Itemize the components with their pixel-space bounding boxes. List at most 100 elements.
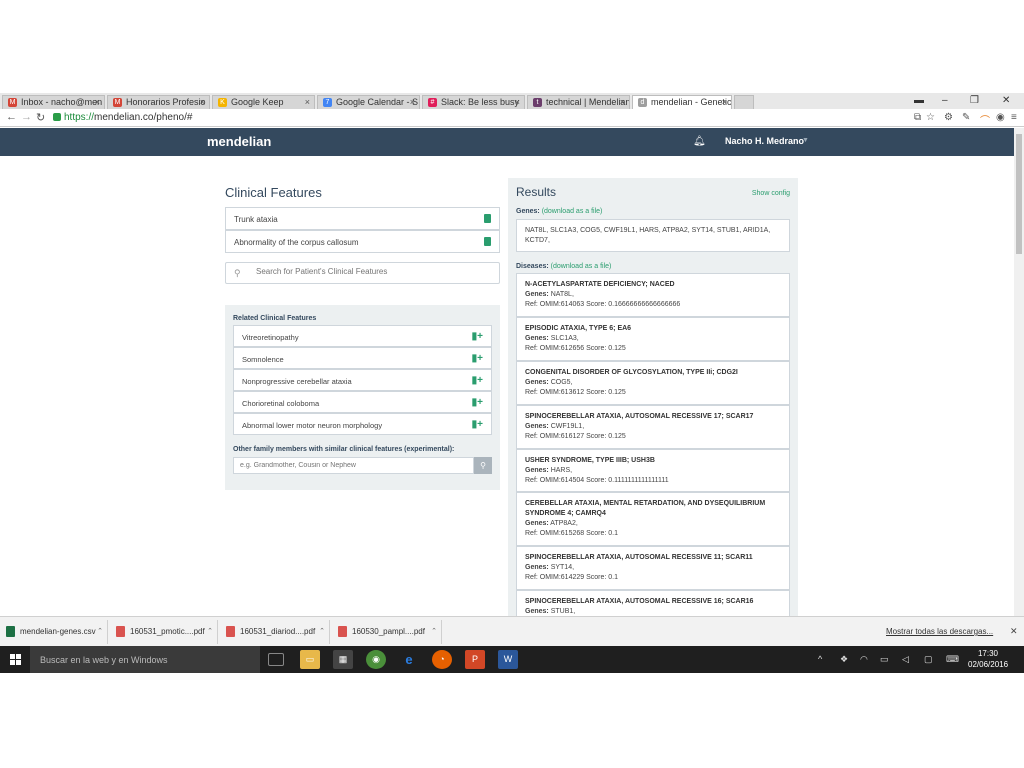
close-icon[interactable]: × <box>620 97 625 107</box>
edge-icon[interactable]: e <box>399 650 419 669</box>
download-item[interactable]: 160531_pmotic....pdf ⌃ <box>110 620 218 644</box>
page-icon: d <box>638 98 647 107</box>
download-item[interactable]: mendelian-genes.csv ⌃ <box>0 620 108 644</box>
wifi-icon[interactable]: ◠ <box>860 654 868 665</box>
restore-icon[interactable]: ❐ <box>970 95 979 106</box>
slack-icon: # <box>428 98 437 107</box>
download-item[interactable]: 160531_diariod....pdf ⌃ <box>220 620 330 644</box>
related-item: Abnormal lower motor neuron morphology ▮… <box>233 413 492 435</box>
disease-card[interactable]: CONGENITAL DISORDER OF GLYCOSYLATION, TY… <box>516 361 790 405</box>
new-tab-button[interactable] <box>734 95 754 109</box>
excel-file-icon <box>6 626 15 637</box>
profile-icon[interactable]: ▬ <box>914 95 924 106</box>
chevron-up-icon[interactable]: ⌃ <box>319 627 325 635</box>
close-icon[interactable]: × <box>200 97 205 107</box>
close-icon[interactable]: × <box>410 97 415 107</box>
tab-label: Honorarios Profesio <box>126 97 206 107</box>
notifications-icon[interactable]: ▢ <box>924 654 933 665</box>
url-scheme: https:// <box>64 112 95 123</box>
chevron-up-icon[interactable]: ⌃ <box>207 627 213 635</box>
trash-icon[interactable] <box>484 237 491 246</box>
forward-icon[interactable]: → <box>21 111 32 123</box>
tab-inbox[interactable]: M Inbox - nacho@men × <box>2 95 105 109</box>
trash-icon[interactable] <box>484 214 491 223</box>
battery-icon[interactable]: ▭ <box>880 654 889 665</box>
star-icon[interactable]: ☆ <box>926 112 935 123</box>
feature-search-input[interactable] <box>256 267 486 276</box>
close-icon[interactable]: × <box>305 97 310 107</box>
family-member-input[interactable] <box>233 457 474 474</box>
tab-label: Inbox - nacho@men <box>21 97 103 107</box>
genes-prefix: Genes: <box>525 520 549 527</box>
disease-card[interactable]: SPINOCEREBELLAR ATAXIA, AUTOSOMAL RECESS… <box>516 405 790 449</box>
tab-mendelian[interactable]: d mendelian - Genetic × <box>632 95 732 109</box>
add-icon[interactable]: ▮+ <box>472 353 483 364</box>
translate-icon[interactable]: ⧉ <box>914 112 921 123</box>
firefox-icon[interactable]: ◔ <box>432 650 452 669</box>
url-field[interactable]: https://mendelian.co/pheno/# <box>64 112 192 123</box>
add-icon[interactable]: ▮+ <box>472 375 483 386</box>
chrome-icon[interactable]: ◉ <box>366 650 386 669</box>
tab-technical[interactable]: t technical | Mendelian × <box>527 95 630 109</box>
chevron-down-icon[interactable]: ▼ <box>802 137 809 144</box>
search-icon: ⚲ <box>234 268 241 278</box>
system-clock[interactable]: 17:30 02/06/2016 <box>968 648 1008 670</box>
powerpoint-icon[interactable]: P <box>465 650 485 669</box>
disease-card[interactable]: USHER SYNDROME, TYPE IIIB; USH3B Genes: … <box>516 449 790 492</box>
disease-card[interactable]: EPISODIC ATAXIA, TYPE 6; EA6 Genes: SLC1… <box>516 317 790 361</box>
close-window-icon[interactable]: ✕ <box>1002 95 1010 106</box>
taskbar-search[interactable]: Buscar en la web y en Windows <box>30 646 260 673</box>
chevron-up-icon[interactable]: ^ <box>818 654 822 664</box>
close-icon[interactable]: × <box>722 97 727 107</box>
task-view-icon[interactable] <box>268 653 284 666</box>
brand-logo[interactable]: mendelian <box>207 134 271 149</box>
disease-card[interactable]: SPINOCEREBELLAR ATAXIA, AUTOSOMAL RECESS… <box>516 546 790 590</box>
diseases-download-link[interactable]: (download as a file) <box>551 263 612 270</box>
windows-start-icon[interactable] <box>10 654 21 665</box>
tab-honorarios[interactable]: M Honorarios Profesio × <box>107 95 210 109</box>
gmail-icon: M <box>113 98 122 107</box>
store-icon[interactable]: ▦ <box>333 650 353 669</box>
tab-google-keep[interactable]: K Google Keep × <box>212 95 315 109</box>
add-icon[interactable]: ▮+ <box>472 397 483 408</box>
bell-icon[interactable]: 🔔︎ <box>693 136 706 147</box>
reload-icon[interactable]: ↻ <box>36 111 45 124</box>
close-icon[interactable]: × <box>95 97 100 107</box>
show-all-downloads-link[interactable]: Mostrar todas las descargas... <box>886 627 993 636</box>
menu-icon[interactable]: ≡ <box>1011 112 1017 123</box>
show-config-link[interactable]: Show config <box>752 190 790 197</box>
chevron-up-icon[interactable]: ⌃ <box>97 627 103 635</box>
close-icon[interactable]: ✕ <box>1010 626 1018 637</box>
add-icon[interactable]: ▮+ <box>472 331 483 342</box>
genes-prefix: Genes: <box>525 379 549 386</box>
minimize-icon[interactable]: – <box>942 95 948 106</box>
user-menu[interactable]: Nacho H. Medrano <box>725 136 804 146</box>
search-icon[interactable]: ⚲ <box>474 457 492 474</box>
tab-google-calendar[interactable]: 7 Google Calendar - S × <box>317 95 420 109</box>
tab-slack[interactable]: # Slack: Be less busy × <box>422 95 525 109</box>
dropbox-icon[interactable]: ❖ <box>840 654 848 665</box>
word-icon[interactable]: W <box>498 650 518 669</box>
extension-icon[interactable]: ⚙ <box>944 112 953 123</box>
extension-icon[interactable]: ◉ <box>996 112 1005 123</box>
extension-icon[interactable]: ✎ <box>962 112 970 123</box>
download-item[interactable]: 160530_pampl....pdf ⌃ <box>332 620 442 644</box>
related-item-label: Abnormal lower motor neuron morphology <box>242 421 383 430</box>
keyboard-icon[interactable]: ⌨ <box>946 654 959 665</box>
disease-card[interactable]: N-ACETYLASPARTATE DEFICIENCY; NACED Gene… <box>516 273 790 317</box>
add-icon[interactable]: ▮+ <box>472 419 483 430</box>
volume-icon[interactable]: ◁ <box>902 654 909 665</box>
page-scrollbar[interactable] <box>1014 128 1024 617</box>
genes-download-link[interactable]: (download as a file) <box>542 208 603 215</box>
close-icon[interactable]: × <box>515 97 520 107</box>
disease-card[interactable]: CEREBELLAR ATAXIA, MENTAL RETARDATION, A… <box>516 492 790 546</box>
disease-ref: Ref: OMIM:612656 Score: 0.125 <box>525 345 626 352</box>
chevron-up-icon[interactable]: ⌃ <box>431 627 437 635</box>
genes-prefix: Genes: <box>525 291 549 298</box>
scrollbar-thumb[interactable] <box>1016 134 1022 254</box>
extension-icon[interactable]: ⌒ <box>980 112 990 127</box>
disease-genes: STUB1, <box>550 608 576 615</box>
download-name: 160531_diariod....pdf <box>240 627 316 636</box>
file-explorer-icon[interactable]: ▭ <box>300 650 320 669</box>
back-icon[interactable]: ← <box>6 111 17 123</box>
